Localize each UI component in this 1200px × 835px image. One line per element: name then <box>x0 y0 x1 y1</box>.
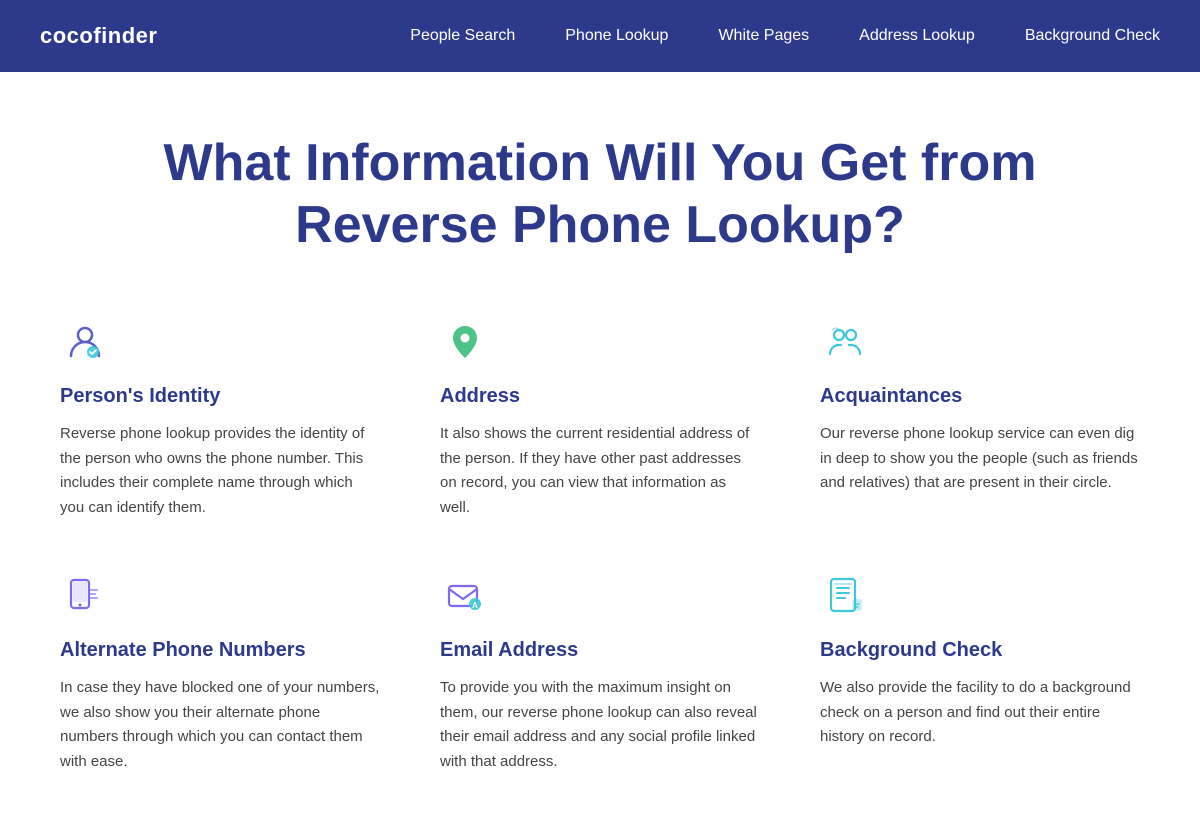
site-logo[interactable]: cocofinder <box>40 23 157 49</box>
main-nav: People Search Phone Lookup White Pages Addr… <box>410 27 1160 45</box>
page-title: What Information Will You Get from Rever… <box>60 132 1140 257</box>
address-icon <box>440 317 490 367</box>
nav-link-people-search[interactable]: People Search <box>410 27 515 45</box>
feature-title-identity: Person's Identity <box>60 385 380 408</box>
feature-desc-address: It also shows the current residential ad… <box>440 422 760 521</box>
feature-card-identity: Person's Identity Reverse phone lookup pr… <box>60 317 380 521</box>
feature-desc-identity: Reverse phone lookup provides the identi… <box>60 422 380 521</box>
feature-desc-email: To provide you with the maximum insight … <box>440 676 760 775</box>
email-icon: A <box>440 571 490 621</box>
acquaintances-icon <box>820 317 870 367</box>
feature-title-phone-numbers: Alternate Phone Numbers <box>60 639 380 662</box>
feature-title-background: Background Check <box>820 639 1140 662</box>
feature-card-address: Address It also shows the current residen… <box>440 317 760 521</box>
background-check-icon <box>820 571 870 621</box>
feature-card-phone-numbers: Alternate Phone Numbers In case they have… <box>60 571 380 775</box>
main-content: What Information Will You Get from Rever… <box>20 72 1180 835</box>
site-header: cocofinder People Search Phone Lookup Whit… <box>0 0 1200 72</box>
feature-card-acquaintances: Acquaintances Our reverse phone lookup se… <box>820 317 1140 521</box>
person-identity-icon <box>60 317 110 367</box>
feature-title-address: Address <box>440 385 760 408</box>
feature-desc-acquaintances: Our reverse phone lookup service can eve… <box>820 422 1140 496</box>
feature-desc-phone-numbers: In case they have blocked one of your nu… <box>60 676 380 775</box>
svg-text:A: A <box>472 601 478 610</box>
feature-desc-background: We also provide the facility to do a bac… <box>820 676 1140 750</box>
feature-card-background: Background Check We also provide the faci… <box>820 571 1140 775</box>
phone-numbers-icon <box>60 571 110 621</box>
feature-card-email: A Email Address To provide you with the m… <box>440 571 760 775</box>
features-grid: Person's Identity Reverse phone lookup pr… <box>60 317 1140 775</box>
nav-link-white-pages[interactable]: White Pages <box>718 27 809 45</box>
feature-title-email: Email Address <box>440 639 760 662</box>
feature-title-acquaintances: Acquaintances <box>820 385 1140 408</box>
nav-link-background-check[interactable]: Background Check <box>1025 27 1160 45</box>
nav-link-address-lookup[interactable]: Address Lookup <box>859 27 975 45</box>
nav-link-phone-lookup[interactable]: Phone Lookup <box>565 27 668 45</box>
